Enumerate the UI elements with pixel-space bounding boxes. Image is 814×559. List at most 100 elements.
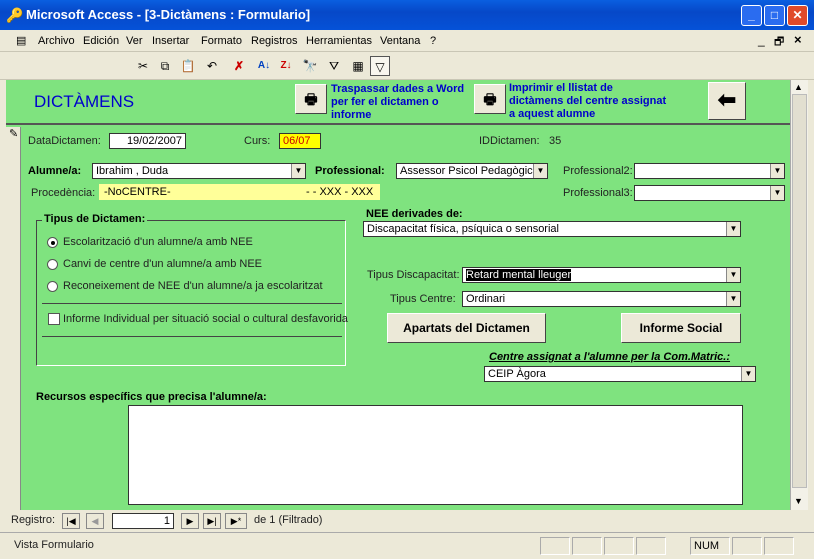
dropdown-arrow-icon[interactable]: ▼	[726, 222, 740, 236]
radio-canvi-centre-label: Canvi de centre d'un alumne/a amb NEE	[63, 258, 262, 270]
first-record-button[interactable]: |◀	[62, 513, 80, 529]
toolbar: ✂ ⧉ 📋 ↶ ✗ A↓ Z↓ 🔭 ⛛ ▦ ▽	[0, 52, 814, 80]
menu-herramientas[interactable]: Herramientas	[306, 35, 372, 47]
prof3-combo[interactable]: ▼	[634, 185, 785, 201]
centre-label: Centre assignat a l'alumne per la Com.Ma…	[489, 351, 731, 363]
sort-desc-icon[interactable]: Z↓	[276, 56, 296, 76]
copy-icon[interactable]: ⧉	[155, 56, 175, 76]
filter-icon[interactable]: ▽	[370, 56, 390, 76]
alumne-combo[interactable]: Ibrahim , Duda ▼	[92, 163, 306, 179]
menu-ventana[interactable]: Ventana	[380, 35, 420, 47]
filter-form-icon[interactable]: ⛛	[324, 56, 344, 76]
dropdown-arrow-icon[interactable]: ▼	[726, 292, 740, 306]
close-button[interactable]: ✕	[787, 5, 808, 26]
radio-reconeixement[interactable]	[47, 281, 58, 292]
record-total: de 1 (Filtrado)	[254, 514, 323, 526]
tdisc-combo[interactable]: Retard mental lleuger ▼	[462, 267, 741, 283]
minimize-button[interactable]: _	[741, 5, 762, 26]
alumne-value: Ibrahim , Duda	[96, 165, 169, 177]
prev-record-button[interactable]: ◀	[86, 513, 104, 529]
proc-field[interactable]: -NoCENTRE- - - XXX - XXX	[99, 184, 380, 200]
delete-record-icon[interactable]: ✗	[229, 56, 249, 76]
divider	[42, 303, 342, 304]
id-label: IDDictamen:	[479, 135, 540, 147]
dropdown-arrow-icon[interactable]: ▼	[726, 268, 740, 282]
dropdown-arrow-icon[interactable]: ▼	[770, 186, 784, 200]
scroll-thumb[interactable]	[792, 94, 807, 488]
child-close-icon[interactable]: ×	[794, 32, 802, 47]
prof2-label: Professional2:	[563, 165, 633, 177]
nee-combo[interactable]: Discapacitat física, psíquica o sensoria…	[363, 221, 741, 237]
child-minimize-icon[interactable]: _	[758, 33, 765, 47]
tipus-title: Tipus de Dictamen:	[42, 213, 148, 225]
title-bar: 🔑 Microsoft Access - [3-Dictàmens : Form…	[0, 0, 814, 30]
radio-canvi-centre[interactable]	[47, 259, 58, 270]
recursos-textarea[interactable]	[128, 405, 743, 505]
printer-icon: 🖶	[304, 91, 318, 107]
scroll-down-icon[interactable]: ▼	[794, 496, 803, 506]
tcentre-combo[interactable]: Ordinari ▼	[462, 291, 741, 307]
dropdown-arrow-icon[interactable]: ▼	[533, 164, 547, 178]
informe-individual-label: Informe Individual per situació social o…	[63, 313, 348, 325]
key-icon: 🔑	[6, 7, 24, 23]
dropdown-arrow-icon[interactable]: ▼	[770, 164, 784, 178]
data-field[interactable]: 19/02/2007	[109, 133, 186, 149]
word-export-label: Traspassar dades a Word per fer el dicta…	[331, 83, 465, 121]
informe-individual-checkbox[interactable]	[48, 313, 60, 325]
child-restore-icon[interactable]: 🗗	[774, 33, 784, 52]
new-record-button[interactable]: ▶*	[225, 513, 247, 529]
status-bar: Vista Formulario NUM	[0, 532, 814, 559]
next-record-button[interactable]: ▶	[181, 513, 199, 529]
pencil-icon: ✎	[9, 128, 19, 140]
vertical-scrollbar[interactable]: ▲ ▼	[790, 80, 808, 510]
menu-formato[interactable]: Formato	[201, 35, 242, 47]
dropdown-arrow-icon[interactable]: ▼	[741, 367, 755, 381]
nav-label: Registro:	[11, 514, 56, 526]
print-list-button[interactable]: 🖶	[474, 84, 506, 114]
maximize-button[interactable]: □	[764, 5, 785, 26]
proc-value: -NoCENTRE-	[104, 186, 171, 198]
sort-asc-icon[interactable]: A↓	[254, 56, 274, 76]
dropdown-arrow-icon[interactable]: ▼	[291, 164, 305, 178]
record-navigator: Registro: |◀ ◀ 1 ▶ ▶| ▶* de 1 (Filtrado)	[0, 510, 790, 532]
centre-value: CEIP Àgora	[488, 368, 546, 380]
prof3-label: Professional3:	[563, 187, 633, 199]
cut-icon[interactable]: ✂	[133, 56, 153, 76]
apply-filter-icon[interactable]: ▦	[348, 56, 368, 76]
last-record-button[interactable]: ▶|	[203, 513, 221, 529]
prof-combo[interactable]: Assessor Psicol Pedagògic ▼	[396, 163, 548, 179]
menu-ver[interactable]: Ver	[126, 35, 143, 47]
form-header: DICTÀMENS 🖶 Traspassar dades a Word per …	[6, 80, 790, 125]
prof-value: Assessor Psicol Pedagògic	[400, 165, 533, 177]
tdisc-value: Retard mental lleuger	[466, 269, 572, 281]
scroll-up-icon[interactable]: ▲	[794, 82, 803, 92]
menu-help[interactable]: ?	[430, 35, 436, 47]
printer-icon: 🖶	[483, 91, 497, 107]
print-list-label: Imprimir el llistat de dictàmens del cen…	[509, 82, 667, 120]
word-export-button[interactable]: 🖶	[295, 84, 327, 114]
undo-icon[interactable]: ↶	[202, 56, 222, 76]
menu-registros[interactable]: Registros	[251, 35, 297, 47]
curs-field[interactable]: 06/07	[279, 133, 321, 149]
find-icon[interactable]: 🔭	[300, 56, 320, 76]
tdisc-label: Tipus Discapacitat:	[367, 269, 460, 281]
prof2-combo[interactable]: ▼	[634, 163, 785, 179]
paste-icon[interactable]: 📋	[178, 56, 198, 76]
menu-edicion[interactable]: Edición	[83, 35, 119, 47]
menu-insertar[interactable]: Insertar	[152, 35, 189, 47]
record-selector[interactable]: ✎	[6, 127, 21, 510]
status-panel	[636, 537, 666, 555]
status-panel	[732, 537, 762, 555]
back-button[interactable]: ⬅	[708, 82, 746, 120]
centre-combo[interactable]: CEIP Àgora ▼	[484, 366, 756, 382]
informe-social-button[interactable]: Informe Social	[621, 313, 741, 343]
status-panel	[540, 537, 570, 555]
radio-escolaritzacio[interactable]	[47, 237, 58, 248]
nee-label: NEE derivades de:	[366, 208, 463, 220]
status-text: Vista Formulario	[14, 539, 94, 551]
menu-archivo[interactable]: Archivo	[38, 35, 75, 47]
form-area: DICTÀMENS 🖶 Traspassar dades a Word per …	[6, 80, 790, 510]
apartats-button[interactable]: Apartats del Dictamen	[387, 313, 546, 343]
status-panel	[572, 537, 602, 555]
current-record-field[interactable]: 1	[112, 513, 174, 529]
